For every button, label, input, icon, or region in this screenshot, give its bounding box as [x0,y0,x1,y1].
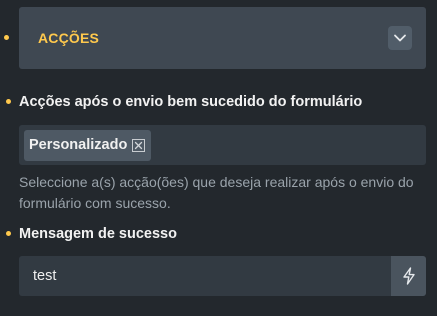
actions-help-text: Seleccione a(s) acção(ões) que deseja re… [19,174,414,211]
success-message-field [19,256,426,296]
collapse-toggle-button[interactable] [388,26,412,50]
bullet-dot [6,99,11,104]
settings-panel: ACÇÕES Acções após o envio bem sucedido … [0,0,437,316]
actions-multiselect[interactable]: Personalizado [19,125,426,165]
success-message-input[interactable] [19,256,391,296]
section-title: ACÇÕES [38,30,100,46]
tag-remove-button[interactable] [132,138,146,152]
bullet-dot [6,231,11,236]
selected-tag: Personalizado [24,129,152,161]
close-square-icon [135,141,143,149]
lightning-bolt-icon [402,267,415,285]
chevron-down-icon [394,34,406,42]
section-header-accoes[interactable]: ACÇÕES [19,7,426,69]
tag-label: Personalizado [29,137,128,153]
bullet-dot [4,35,9,40]
actions-field-label: Acções após o envio bem sucedido do form… [19,94,363,110]
dynamic-tags-button[interactable] [391,256,426,296]
success-message-label: Mensagem de sucesso [19,226,177,242]
